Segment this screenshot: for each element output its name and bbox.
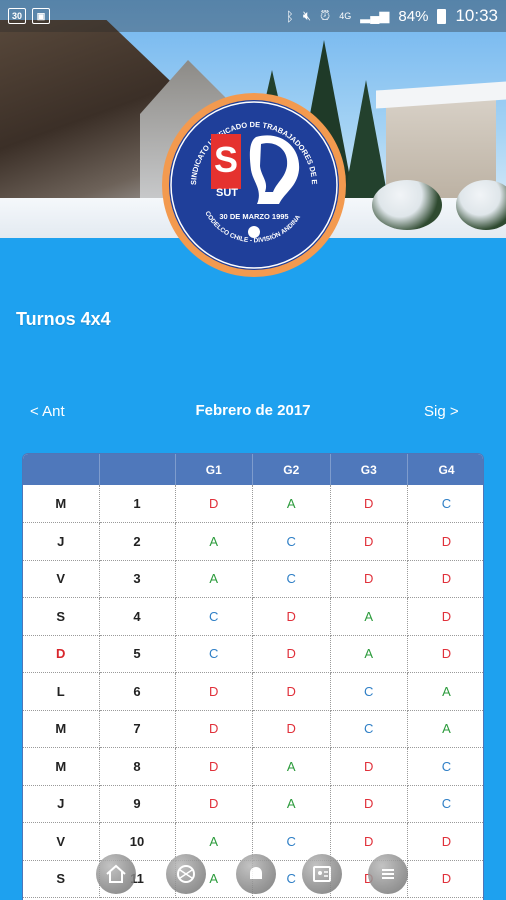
weekday-cell: S (23, 860, 100, 898)
shift-cell-g4: C (407, 485, 483, 523)
bell-icon[interactable] (236, 854, 276, 894)
header-day (23, 454, 100, 485)
header-g2: G2 (252, 454, 331, 485)
status-bar: 30 ▣ ᛒ 🔇︎ ⏰︎ 4G ▂▄▆ 84% 10:33 (0, 0, 506, 32)
4g-icon: 4G (339, 11, 352, 21)
date-cell: 1 (99, 485, 176, 523)
weekday-cell: J (23, 522, 100, 561)
next-month-link[interactable]: Sig > (424, 403, 459, 420)
header-number (99, 454, 176, 485)
shift-cell-g1: D (175, 710, 253, 748)
table-row: V3ACDD (23, 560, 483, 598)
weekday-cell: L (23, 672, 100, 711)
weekday-cell: V (23, 560, 100, 598)
shift-cell-g1: A (175, 522, 253, 561)
shift-cell-g2: C (252, 560, 331, 598)
table-row: J2ACDD (23, 522, 483, 561)
shift-table: G1 G2 G3 G4 M1DADCJ2ACDDV3ACDDS4CDADD5CD… (22, 453, 484, 900)
map-icon[interactable] (166, 854, 206, 894)
shift-cell-g3: C (330, 710, 408, 748)
date-cell: 8 (99, 747, 176, 786)
date-cell: 4 (99, 597, 176, 636)
shift-cell-g1: A (175, 560, 253, 598)
header-g3: G3 (330, 454, 408, 485)
date-cell: 9 (99, 785, 176, 823)
shift-cell-g2: D (252, 635, 331, 673)
battery-icon (437, 8, 447, 24)
shift-cell-g3: D (330, 522, 408, 561)
date-cell: 2 (99, 522, 176, 561)
shift-cell-g4: D (407, 560, 483, 598)
snowy-bush (372, 180, 442, 230)
shift-cell-g3: D (330, 560, 408, 598)
shift-cell-g3: D (330, 785, 408, 823)
signal-icon: ▂▄▆ (360, 8, 390, 23)
weekday-cell: M (23, 710, 100, 748)
shift-cell-g3: C (330, 672, 408, 711)
shift-cell-g4: A (407, 710, 483, 748)
header-g4: G4 (407, 454, 483, 485)
shift-cell-g1: D (175, 485, 253, 523)
shift-cell-g3: D (330, 485, 408, 523)
table-row: S4CDAD (23, 597, 483, 636)
shift-cell-g4: D (407, 522, 483, 561)
shift-cell-g4: C (407, 785, 483, 823)
bluetooth-icon: ᛒ (286, 8, 294, 24)
shift-cell-g4: D (407, 635, 483, 673)
shift-cell-g3: D (330, 747, 408, 786)
menu-icon[interactable] (368, 854, 408, 894)
bottom-nav (96, 854, 416, 896)
weekday-cell: D (23, 635, 100, 673)
shift-cell-g1: D (175, 672, 253, 711)
svg-text:S: S (214, 139, 238, 180)
shift-cell-g1: C (175, 635, 253, 673)
shift-cell-g1: C (175, 597, 253, 636)
contact-card-icon[interactable] (302, 854, 342, 894)
notification-30-icon: 30 (8, 8, 26, 24)
weekday-cell: J (23, 785, 100, 823)
shift-cell-g2: A (252, 485, 331, 523)
shift-cell-g2: D (252, 710, 331, 748)
shift-cell-g4: A (407, 672, 483, 711)
date-cell: 7 (99, 710, 176, 748)
mute-icon: 🔇︎ (302, 8, 312, 23)
shift-cell-g2: D (252, 672, 331, 711)
alarm-icon: ⏰︎ (320, 8, 331, 23)
shift-cell-g4: D (407, 597, 483, 636)
shift-cell-g1: D (175, 747, 253, 786)
table-header-row: G1 G2 G3 G4 (23, 454, 483, 485)
table-row: D5CDAD (23, 635, 483, 673)
table-row: J9DADC (23, 785, 483, 823)
weekday-cell: V (23, 822, 100, 861)
weekday-cell: M (23, 747, 100, 786)
shift-cell-g4: D (407, 860, 483, 898)
image-icon: ▣ (32, 8, 50, 24)
weekday-cell: S (23, 597, 100, 636)
shift-cell-g4: C (407, 747, 483, 786)
table-row: L6DDCA (23, 672, 483, 711)
battery-percent: 84% (398, 7, 429, 25)
table-row: M7DDCA (23, 710, 483, 748)
table-row: M1DADC (23, 485, 483, 523)
shift-cell-g3: A (330, 635, 408, 673)
header-g1: G1 (175, 454, 253, 485)
shift-cell-g2: A (252, 747, 331, 786)
table-row: M8DADC (23, 747, 483, 786)
shift-cell-g2: A (252, 785, 331, 823)
weekday-cell: M (23, 485, 100, 523)
shift-cell-g1: D (175, 785, 253, 823)
shift-cell-g2: C (252, 522, 331, 561)
clock: 10:33 (455, 6, 498, 25)
shift-cell-g3: A (330, 597, 408, 636)
date-cell: 5 (99, 635, 176, 673)
logo-initials: SUT (216, 187, 238, 199)
date-cell: 6 (99, 672, 176, 711)
home-icon[interactable] (96, 854, 136, 894)
date-cell: 3 (99, 560, 176, 598)
logo-date: 30 DE MARZO 1995 (219, 212, 288, 221)
shift-cell-g4: D (407, 822, 483, 861)
shift-cell-g2: D (252, 597, 331, 636)
union-logo: SINDICATO UNIFICADO DE TRABAJADORES DE E… (161, 92, 346, 277)
page-title: Turnos 4x4 (16, 309, 111, 329)
